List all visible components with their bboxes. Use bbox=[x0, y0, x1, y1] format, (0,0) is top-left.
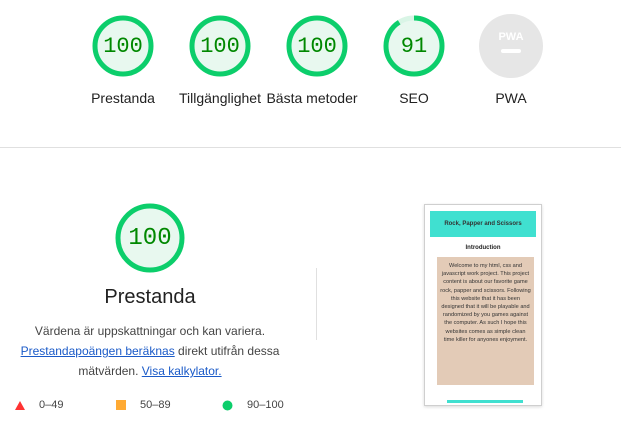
score-calculation-link[interactable]: Prestandapoängen beräknas bbox=[21, 344, 175, 358]
gauge-score: 100 bbox=[297, 33, 337, 59]
vertical-divider bbox=[316, 268, 317, 340]
description-text: direkt utifrån dessa bbox=[174, 344, 280, 358]
gauge-performance[interactable]: 100 bbox=[91, 14, 155, 78]
score-description: Värdena är uppskattningar och kan varier… bbox=[10, 321, 290, 381]
legend-range: 0–49 bbox=[39, 399, 64, 411]
pwa-dash-icon bbox=[501, 49, 521, 53]
gauge-score: 100 bbox=[200, 33, 240, 59]
gauge-best-practices[interactable]: 100 bbox=[285, 14, 349, 78]
gauge-label-accessibility: Tillgänglighet bbox=[179, 90, 261, 106]
main-score: 100 bbox=[128, 224, 172, 252]
thumbnail-heading: Introduction bbox=[465, 245, 501, 251]
description-text: mätvärden. bbox=[78, 364, 142, 378]
gauge-seo[interactable]: 91 bbox=[382, 14, 446, 78]
gauge-accessibility[interactable]: 100 bbox=[188, 14, 252, 78]
legend-range: 50–89 bbox=[140, 399, 171, 411]
section-divider bbox=[0, 147, 621, 148]
pwa-badge-icon: PWA bbox=[498, 31, 524, 43]
square-icon bbox=[116, 400, 126, 410]
legend-fail: 0–49 bbox=[14, 399, 63, 411]
legend-pass: 90–100 bbox=[222, 399, 284, 411]
legend-range: 90–100 bbox=[247, 399, 284, 411]
gauge-label-seo: SEO bbox=[399, 90, 429, 106]
main-performance-gauge: 100 bbox=[114, 202, 186, 274]
category-title: Prestanda bbox=[104, 286, 196, 308]
gauge-label-best-practices: Bästa metoder bbox=[266, 90, 358, 106]
gauge-label-pwa: PWA bbox=[495, 90, 527, 106]
thumbnail-header: Rock, Papper and Scissors bbox=[430, 211, 536, 237]
gauge-pwa[interactable]: PWA bbox=[479, 14, 543, 78]
gauge-score: 100 bbox=[103, 33, 143, 59]
description-line: Värdena är uppskattningar och kan varier… bbox=[34, 324, 266, 338]
page-screenshot-thumbnail[interactable]: Rock, Papper and Scissors Introduction W… bbox=[424, 204, 542, 406]
gauge-score: 91 bbox=[400, 33, 428, 59]
thumbnail-body: Welcome to my html, css and javascript w… bbox=[437, 257, 534, 385]
thumbnail-footer bbox=[447, 400, 523, 403]
gauge-label-performance: Prestanda bbox=[91, 90, 155, 106]
legend-average: 50–89 bbox=[116, 399, 171, 411]
triangle-icon bbox=[15, 400, 25, 410]
calculator-link[interactable]: Visa kalkylator. bbox=[142, 364, 222, 378]
circle-icon bbox=[222, 400, 233, 410]
